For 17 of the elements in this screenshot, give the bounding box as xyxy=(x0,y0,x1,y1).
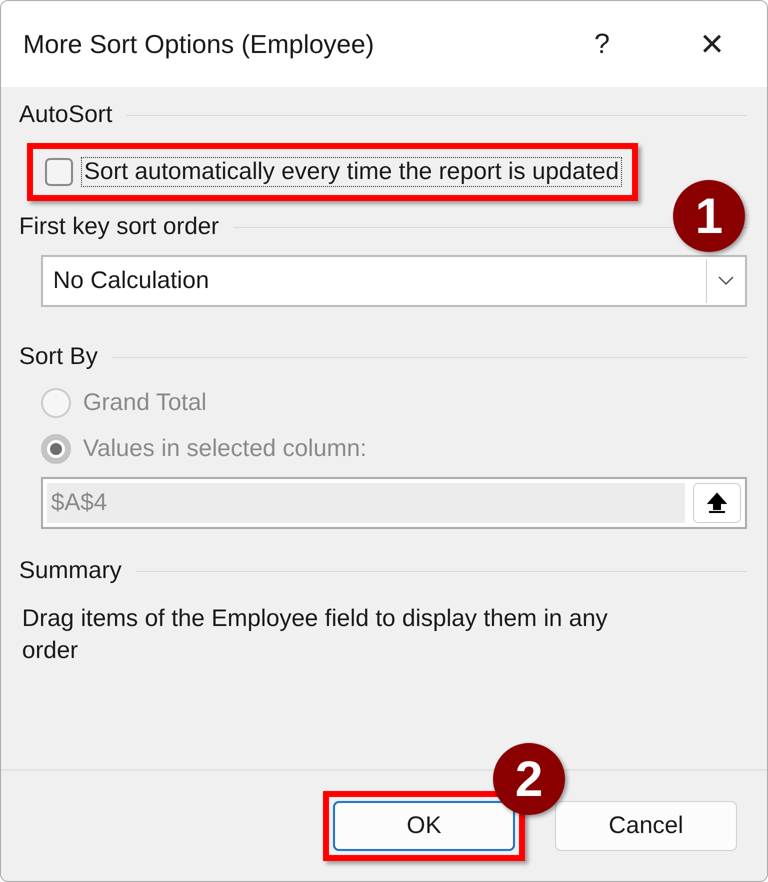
checkbox[interactable] xyxy=(45,158,73,186)
close-button[interactable]: × xyxy=(657,22,767,66)
group-heading: AutoSort xyxy=(19,101,112,129)
collapse-button[interactable] xyxy=(693,483,741,523)
checkbox-label[interactable]: Sort automatically every time the report is updated xyxy=(81,157,622,187)
cancel-button[interactable]: Cancel xyxy=(555,801,737,851)
help-button[interactable]: ? xyxy=(547,28,657,60)
group-heading: First key sort order xyxy=(19,213,220,241)
summary-text: Drag items of the Employee field to display them in any order xyxy=(22,604,609,666)
sort-order-dropdown[interactable]: No Calculation xyxy=(41,255,747,307)
group-heading: Summary xyxy=(19,557,122,585)
group-heading: Sort By xyxy=(19,343,98,371)
chevron-down-icon xyxy=(718,276,734,286)
arrow-up-icon xyxy=(707,492,727,514)
ok-button[interactable]: OK xyxy=(333,801,515,851)
window-title: More Sort Options (Employee) xyxy=(23,28,376,60)
step-number-badge: 1 xyxy=(673,180,745,252)
